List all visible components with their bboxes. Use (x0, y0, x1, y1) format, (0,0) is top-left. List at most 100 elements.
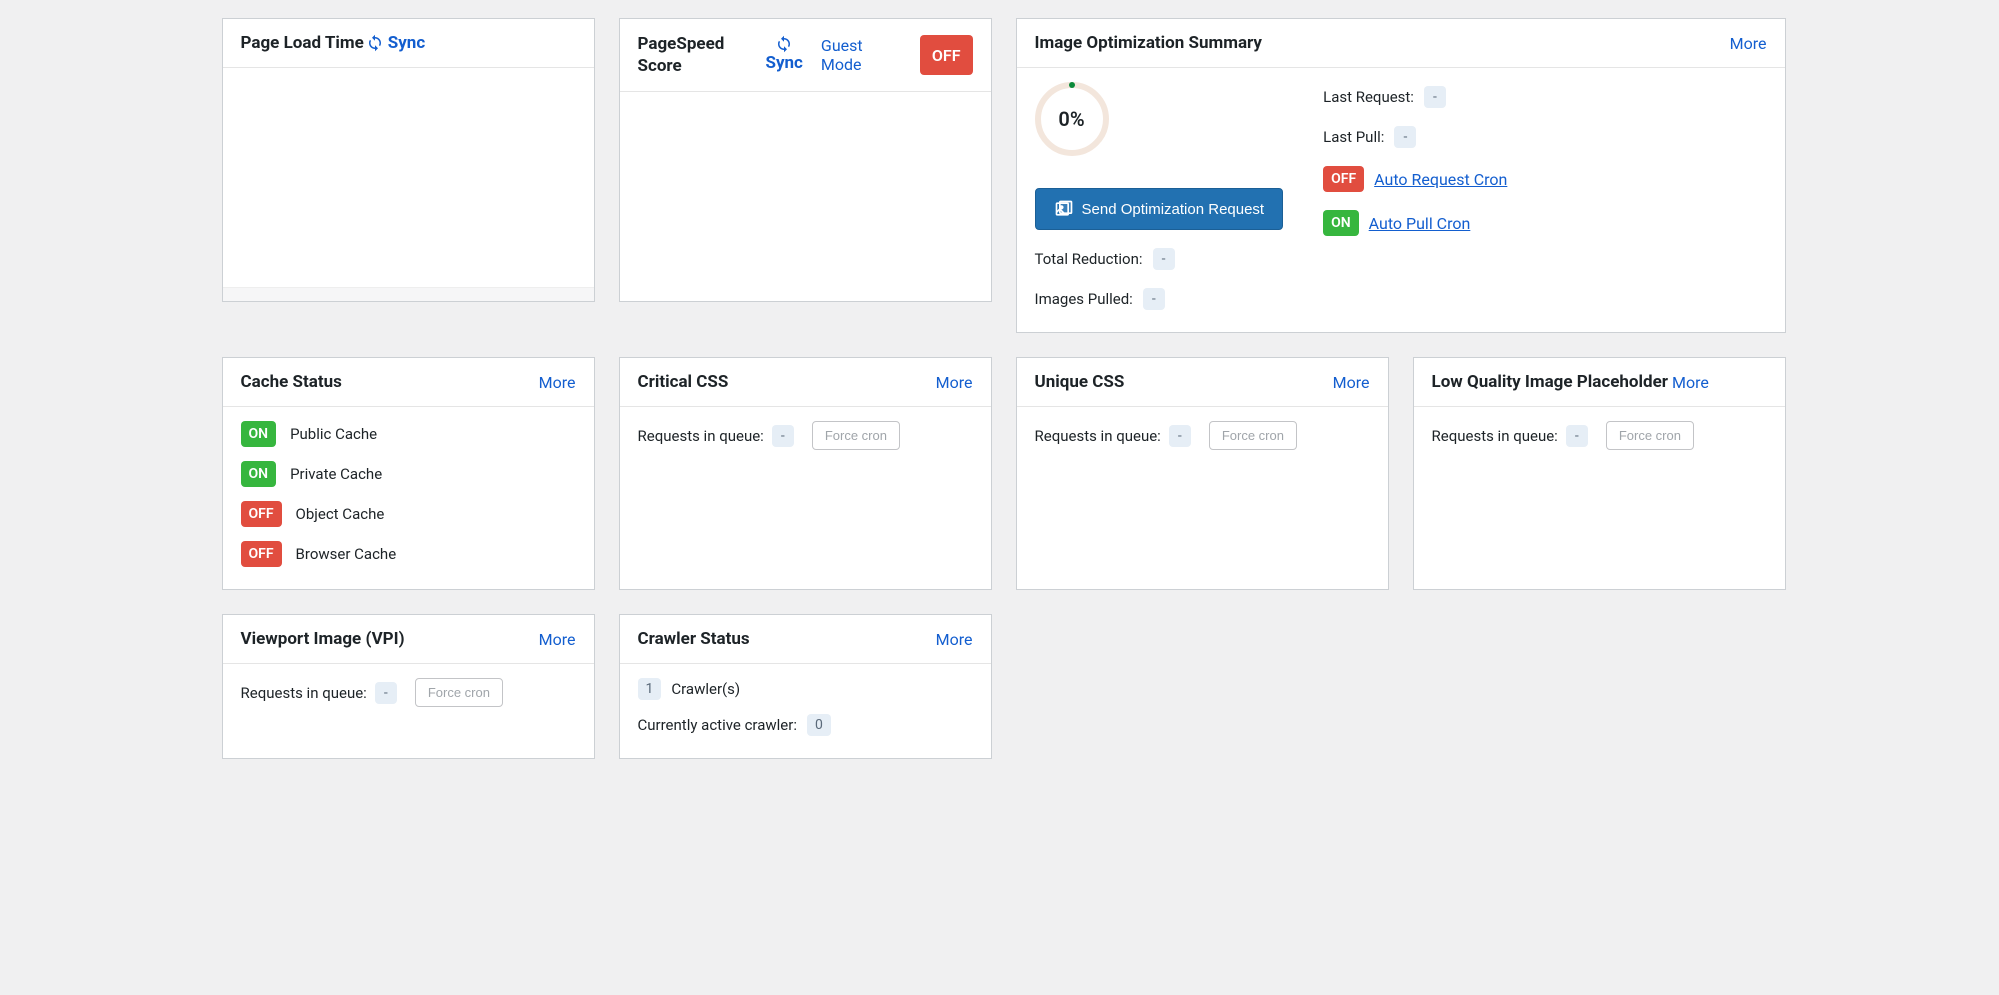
force-cron-button[interactable]: Force cron (415, 678, 503, 707)
last-request-value: - (1424, 86, 1446, 108)
auto-request-cron-link[interactable]: Auto Request Cron (1374, 170, 1507, 189)
img-opt-right-column: Last Request: - Last Pull: - OFF Auto Re… (1323, 82, 1766, 310)
queue-row: Requests in queue: - Force cron (1035, 421, 1370, 450)
queue-count: - (375, 682, 397, 704)
force-cron-button[interactable]: Force cron (1606, 421, 1694, 450)
card-body: ON Public Cache ON Private Cache OFF Obj… (223, 407, 594, 589)
unique-css-title: Unique CSS (1035, 372, 1125, 392)
pagespeed-score-card: PageSpeed Score Sync Guest Mode OFF (619, 18, 992, 302)
card-body: 0% Send Optimization Request Total Reduc… (1017, 68, 1785, 332)
more-link[interactable]: More (1730, 34, 1767, 53)
cache-status-title: Cache Status (241, 372, 342, 392)
queue-count: - (1566, 425, 1588, 447)
cache-status-row: ON Public Cache (241, 421, 576, 447)
card-body: Requests in queue: - Force cron (223, 664, 594, 729)
vpi-card: Viewport Image (VPI) More Requests in qu… (222, 614, 595, 759)
card-header: Unique CSS More (1017, 358, 1388, 407)
images-pulled-value: - (1143, 288, 1165, 310)
page-load-time-title: Page Load Time (241, 33, 364, 53)
card-header: Crawler Status More (620, 615, 991, 664)
cache-status-row: OFF Browser Cache (241, 541, 576, 567)
last-request-label: Last Request: (1323, 88, 1414, 106)
cache-item-label: Public Cache (290, 425, 377, 443)
more-link[interactable]: More (539, 630, 576, 649)
cache-status-row: ON Private Cache (241, 461, 576, 487)
critical-css-card: Critical CSS More Requests in queue: - F… (619, 357, 992, 590)
total-reduction-row: Total Reduction: - (1035, 248, 1284, 270)
force-cron-button[interactable]: Force cron (1209, 421, 1297, 450)
card-body: Requests in queue: - Force cron (620, 407, 991, 587)
auto-pull-cron-row: ON Auto Pull Cron (1323, 210, 1766, 236)
card-header: Cache Status More (223, 358, 594, 407)
sync-link[interactable]: Sync (766, 53, 803, 74)
status-badge: OFF (241, 501, 282, 527)
auto-request-status-badge: OFF (1323, 166, 1364, 192)
last-request-row: Last Request: - (1323, 86, 1766, 108)
card-header: Viewport Image (VPI) More (223, 615, 594, 664)
cache-item-label: Object Cache (296, 505, 385, 523)
auto-pull-cron-link[interactable]: Auto Pull Cron (1369, 214, 1471, 233)
crawler-count: 1 (638, 678, 662, 700)
send-optimization-label: Send Optimization Request (1082, 201, 1265, 218)
card-footer-strip (223, 287, 594, 301)
crawler-count-row: 1 Crawler(s) (638, 678, 973, 700)
force-cron-button[interactable]: Force cron (812, 421, 900, 450)
unique-css-card: Unique CSS More Requests in queue: - For… (1016, 357, 1389, 590)
queue-row: Requests in queue: - Force cron (1432, 421, 1767, 450)
card-header: Low Quality Image Placeholder More (1414, 358, 1785, 407)
status-badge: OFF (241, 541, 282, 567)
more-link[interactable]: More (936, 373, 973, 392)
guest-mode-link[interactable]: Guest Mode (821, 36, 863, 74)
send-optimization-button[interactable]: Send Optimization Request (1035, 188, 1284, 230)
more-link[interactable]: More (1333, 373, 1370, 392)
pagespeed-status-badge: OFF (920, 35, 973, 75)
active-crawler-label: Currently active crawler: (638, 716, 797, 734)
cache-item-label: Browser Cache (296, 545, 397, 563)
requests-in-queue-label: Requests in queue: (638, 427, 764, 445)
crawler-status-title: Crawler Status (638, 629, 750, 649)
pagespeed-sync-group: Sync (766, 35, 803, 74)
cache-item-label: Private Cache (290, 465, 382, 483)
image-optimization-card: Image Optimization Summary More 0% Send … (1016, 18, 1786, 333)
card-body: Requests in queue: - Force cron (1414, 407, 1785, 587)
last-pull-label: Last Pull: (1323, 128, 1384, 146)
card-header: Page Load Time Sync (223, 19, 594, 68)
auto-pull-status-badge: ON (1323, 210, 1359, 236)
cache-status-card: Cache Status More ON Public Cache ON Pri… (222, 357, 595, 590)
card-body (620, 92, 991, 128)
images-pulled-label: Images Pulled: (1035, 290, 1133, 308)
requests-in-queue-label: Requests in queue: (1432, 427, 1558, 445)
lqip-title: Low Quality Image Placeholder (1432, 372, 1668, 392)
queue-count: - (1169, 425, 1191, 447)
card-header: PageSpeed Score Sync Guest Mode OFF (620, 19, 991, 92)
requests-in-queue-label: Requests in queue: (1035, 427, 1161, 445)
status-badge: ON (241, 421, 277, 447)
last-pull-value: - (1394, 126, 1416, 148)
optimization-gauge: 0% (1035, 82, 1109, 156)
lqip-card: Low Quality Image Placeholder More Reque… (1413, 357, 1786, 590)
card-body: 1 Crawler(s) Currently active crawler: 0 (620, 664, 991, 758)
card-header: Critical CSS More (620, 358, 991, 407)
total-reduction-label: Total Reduction: (1035, 250, 1143, 268)
refresh-icon[interactable] (775, 35, 793, 53)
requests-in-queue-label: Requests in queue: (241, 684, 367, 702)
more-link[interactable]: More (539, 373, 576, 392)
active-crawler-value: 0 (807, 714, 831, 736)
images-pulled-row: Images Pulled: - (1035, 288, 1284, 310)
img-opt-title: Image Optimization Summary (1035, 33, 1263, 53)
more-link[interactable]: More (1672, 373, 1709, 392)
vpi-title: Viewport Image (VPI) (241, 629, 405, 649)
gauge-value: 0% (1058, 107, 1084, 131)
card-header: Image Optimization Summary More (1017, 19, 1785, 68)
images-icon (1054, 199, 1074, 219)
queue-row: Requests in queue: - Force cron (241, 678, 576, 707)
refresh-icon[interactable] (366, 34, 384, 52)
sync-link[interactable]: Sync (388, 33, 425, 53)
auto-request-cron-row: OFF Auto Request Cron (1323, 166, 1766, 192)
card-body: Requests in queue: - Force cron (1017, 407, 1388, 587)
status-badge: ON (241, 461, 277, 487)
more-link[interactable]: More (936, 630, 973, 649)
card-body (223, 68, 594, 287)
total-reduction-value: - (1153, 248, 1175, 270)
critical-css-title: Critical CSS (638, 372, 729, 392)
